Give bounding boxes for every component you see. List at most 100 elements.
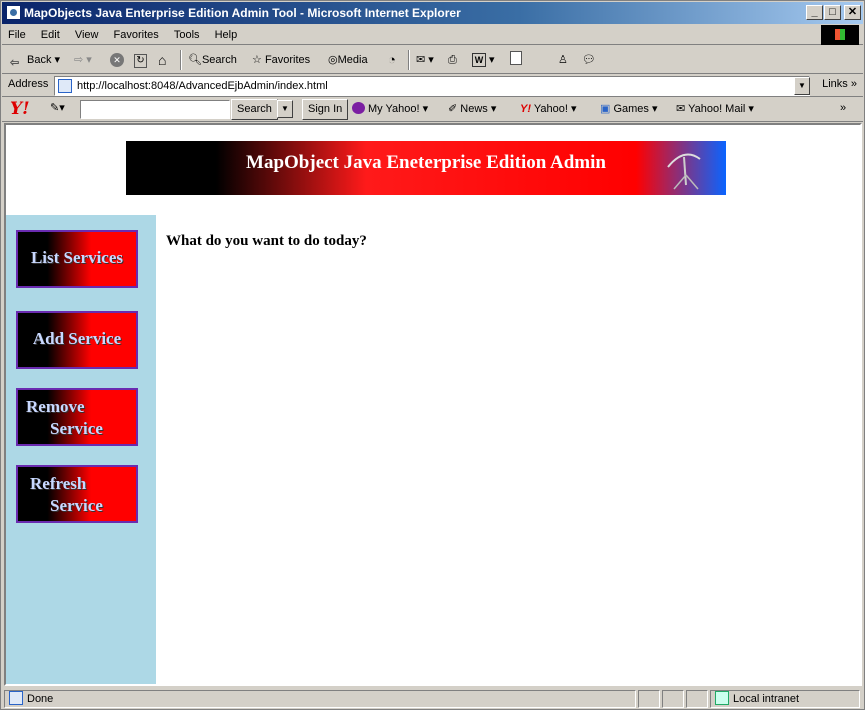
remove-service-button[interactable]: Remove Service [16,388,138,446]
refresh-service-label-line1: Refresh [30,474,87,493]
media-label: Media [337,54,368,66]
research-button[interactable]: 💬︎ [582,51,596,69]
minimize-button[interactable]: _ [806,5,823,20]
news-link[interactable]: ✐ News ▾ [448,102,496,115]
welcome-question: What do you want to do today? [166,233,367,249]
favorites-label: Favorites [264,54,311,66]
media-button[interactable]: ◎Media [328,51,368,69]
favorites-icon: ☆ [252,54,262,66]
mail-icon: ✉ ▾ [416,54,434,66]
menu-bar: File Edit View Favorites Tools Help [2,25,863,45]
sign-in-button[interactable]: Sign In [302,99,349,120]
back-label: Back [27,54,52,66]
back-arrow-icon: ⇦ [10,57,20,69]
stop-button[interactable]: ✕ [110,51,124,69]
status-text: Done [27,693,54,705]
refresh-service-button[interactable]: Refresh Service [16,465,138,523]
games-link[interactable]: ▣ Games ▾ [600,102,658,115]
news-icon: ✐ [448,103,458,115]
menu-favorites[interactable]: Favorites [108,25,165,42]
yahoo-search-button[interactable]: Search [231,99,278,120]
status-bar: Done Local intranet [2,688,863,709]
yahoo-mail-link[interactable]: ✉ Yahoo! Mail ▾ [676,102,754,115]
address-dropdown-button[interactable]: ▼ [794,77,810,95]
refresh-button[interactable]: ↻ [134,51,147,69]
page-content: MapObject Java Eneterprise Edition Admin… [4,123,862,686]
yahoo-small-icon: Y! [520,103,531,115]
remove-service-label-line1: Remove [26,397,85,416]
messenger-icon: ♙ [558,54,568,66]
menu-tools[interactable]: Tools [168,25,206,42]
messenger-button[interactable]: ♙ [558,51,568,69]
stop-icon: ✕ [110,53,124,67]
links-label: Links [822,78,848,90]
add-service-button[interactable]: Add Service [16,311,138,369]
toolbar-separator [408,50,410,70]
close-button[interactable]: ✕ [844,5,861,20]
search-button[interactable]: 🔍︎Search [188,51,237,69]
print-icon: ⎙ [448,54,457,66]
edit-button[interactable]: W ▾ [472,51,495,69]
status-cell-empty [662,690,684,708]
yahoo-search-input[interactable] [80,100,230,119]
discuss-button[interactable] [510,51,522,69]
pencil-icon[interactable]: ✎▾ [50,101,65,114]
remove-service-label-line2: Service [50,419,103,438]
search-icon: 🔍︎ [188,54,202,66]
ie-icon [6,5,21,20]
search-label: Search [201,54,237,66]
address-url: http://localhost:8048/AdvancedEjbAdmin/i… [77,80,328,92]
more-chevron-icon[interactable]: » [840,102,846,114]
address-bar: Address http://localhost:8048/AdvancedEj… [2,75,863,97]
maximize-button[interactable]: □ [824,5,841,20]
forward-button[interactable]: ⇨ ▾ [74,51,92,69]
window-title: MapObjects Java Enterprise Edition Admin… [24,6,461,20]
yahoo-logo[interactable]: Y! [10,99,30,119]
zone-text: Local intranet [733,693,800,705]
browser-window: MapObjects Java Enterprise Edition Admin… [0,0,865,710]
menu-edit[interactable]: Edit [35,25,66,42]
yahoo-link[interactable]: Y! Yahoo! ▾ [520,102,577,115]
standard-toolbar: ⇦ Back ▾ ⇨ ▾ ✕ ↻ ⌂ 🔍︎Search ☆ Favorites ◎… [2,46,863,74]
my-yahoo-link[interactable]: My Yahoo! ▾ [352,102,428,115]
games-icon: ▣ [600,103,611,115]
status-text-cell: Done [4,690,636,708]
toolbar-separator [180,50,182,70]
add-service-label: Add Service [32,329,122,348]
word-edit-icon: W [472,53,486,67]
refresh-icon: ↻ [134,54,147,68]
mail-envelope-icon: ✉ [676,103,686,115]
refresh-service-label-line2: Service [50,496,103,515]
search-dropdown-button[interactable]: ▼ [277,100,293,118]
list-services-button[interactable]: List Services [16,230,138,288]
my-yahoo-label: My Yahoo! [368,103,420,115]
history-icon: ◔ [388,52,396,67]
mail-button[interactable]: ✉ ▾ [416,51,434,69]
banner-title: MapObject Java Eneterprise Edition Admin [246,152,606,173]
back-button[interactable]: ⇦ Back ▾ [10,51,60,69]
home-button[interactable]: ⌂ [158,51,166,69]
forward-arrow-icon: ⇨ ▾ [74,54,92,66]
yahoo-toolbar: Y! ✎▾ Search ▼ Sign In My Yahoo! ▾ ✐ New… [2,98,863,122]
local-intranet-icon [715,691,729,705]
yahoo-label: Yahoo! [533,103,568,115]
discuss-icon [510,51,522,65]
status-cell-empty [638,690,660,708]
address-input[interactable]: http://localhost:8048/AdvancedEjbAdmin/i… [54,76,810,96]
address-label: Address [8,78,49,90]
header-banner: MapObject Java Eneterprise Edition Admin [126,141,726,195]
page-icon [58,79,72,93]
my-yahoo-icon [352,102,365,114]
title-bar: MapObjects Java Enterprise Edition Admin… [2,2,863,24]
list-services-label: List Services [30,248,124,267]
links-button[interactable]: Links » [822,78,857,90]
menu-view[interactable]: View [69,25,105,42]
status-cell-empty [686,690,708,708]
research-icon: 💬︎ [582,54,596,66]
menu-help[interactable]: Help [209,25,244,42]
history-button[interactable]: ◔ [388,51,396,69]
favorites-button[interactable]: ☆ Favorites [252,51,310,69]
menu-file[interactable]: File [2,25,32,42]
sidebar: List Services Add Service Remove Service… [6,215,156,684]
print-button[interactable]: ⎙ [448,51,457,69]
